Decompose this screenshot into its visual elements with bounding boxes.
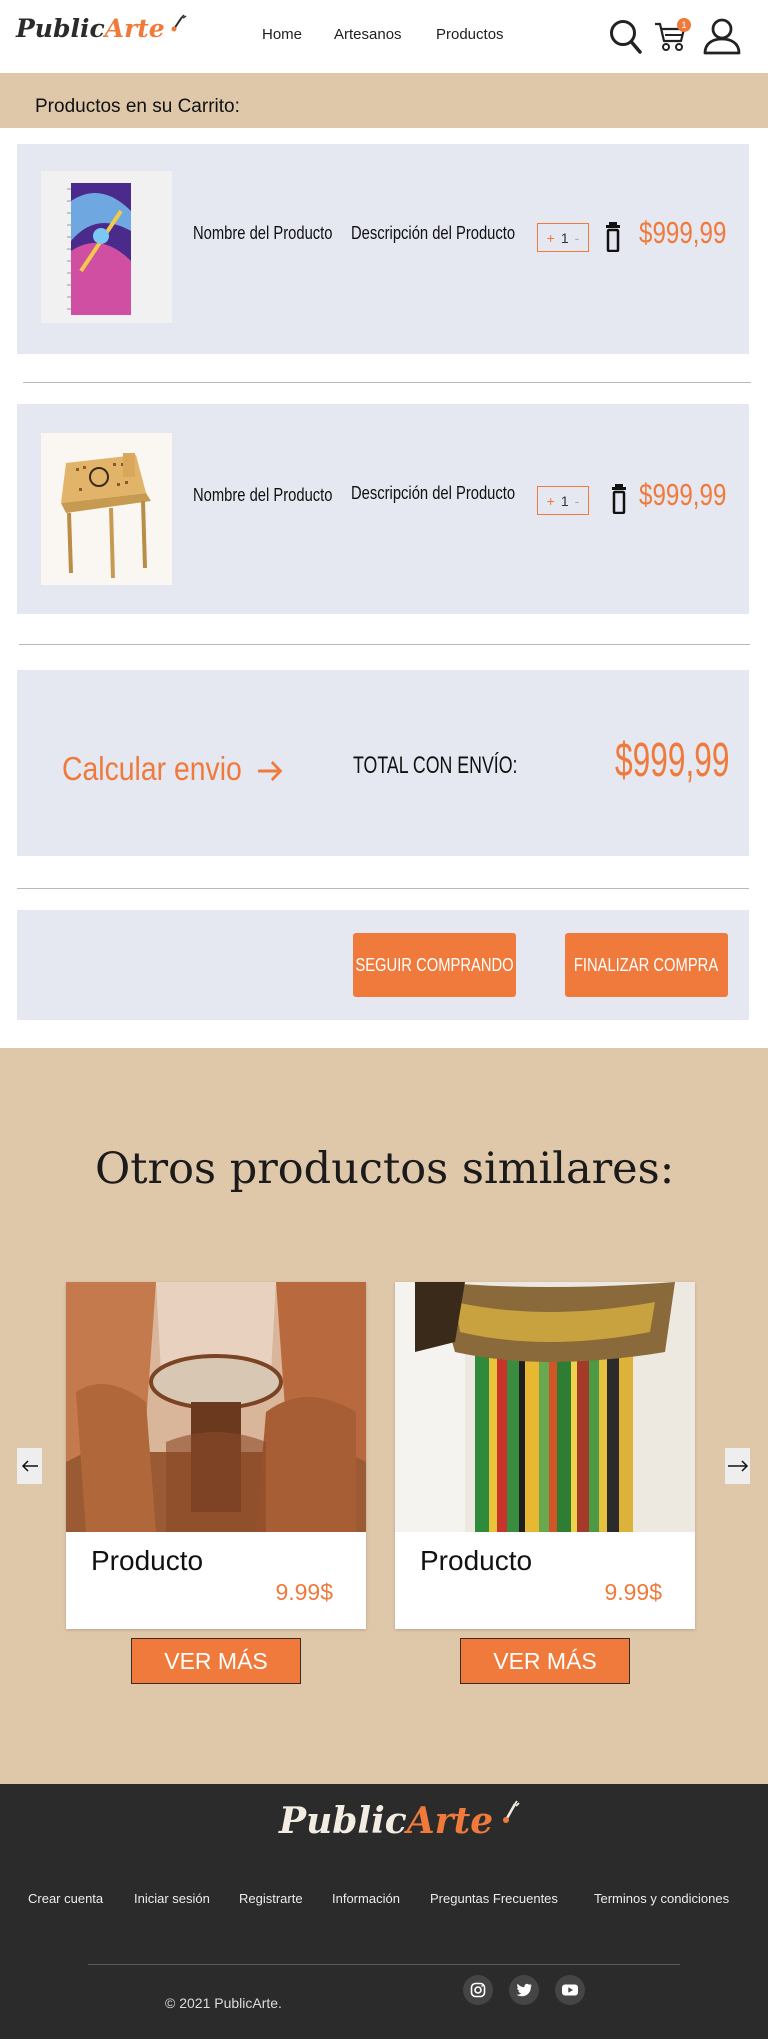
footer-logo[interactable]: PublicArte <box>279 1800 520 1842</box>
total-price: $999,99 <box>615 734 730 787</box>
product-price: $999,99 <box>639 477 727 512</box>
footer-link-registrarte[interactable]: Registrarte <box>239 1891 303 1906</box>
paintbrush-icon <box>171 14 187 32</box>
product-description: Descripción del Producto <box>351 483 516 503</box>
qty-plus-button[interactable]: + <box>547 230 555 246</box>
product-card[interactable]: Producto 9.99$ <box>395 1282 695 1629</box>
similar-products-title: Otros productos similares: <box>95 1144 675 1194</box>
footer-link-preguntas[interactable]: Preguntas Frecuentes <box>430 1891 558 1906</box>
trash-icon[interactable] <box>612 484 626 514</box>
arrow-right-icon <box>258 761 283 782</box>
footer-divider <box>88 1964 680 1965</box>
youtube-link[interactable] <box>555 1975 585 2005</box>
instagram-link[interactable] <box>463 1975 493 2005</box>
qty-value: 1 <box>560 492 569 509</box>
divider <box>23 382 751 383</box>
view-more-button[interactable]: VER MÁS <box>131 1638 301 1684</box>
youtube-icon <box>562 1984 578 1996</box>
footer-link-iniciar-sesion[interactable]: Iniciar sesión <box>134 1891 210 1906</box>
trash-icon[interactable] <box>606 222 620 252</box>
copyright: © 2021 PublicArte. <box>165 1995 282 2011</box>
divider <box>17 888 749 889</box>
footer-link-terminos[interactable]: Terminos y condiciones <box>594 1891 729 1906</box>
qty-plus-button[interactable]: + <box>547 493 555 509</box>
product-name: Nombre del Producto <box>193 223 333 243</box>
quantity-stepper[interactable]: + 1 - <box>537 486 589 515</box>
product-card-title: Producto <box>91 1545 204 1576</box>
carousel-next-button[interactable] <box>725 1448 750 1484</box>
qty-minus-button[interactable]: - <box>575 493 580 509</box>
nav-home[interactable]: Home <box>262 26 302 43</box>
paintbrush-icon <box>502 1800 520 1823</box>
divider <box>19 644 750 645</box>
view-more-button[interactable]: VER MÁS <box>460 1638 630 1684</box>
product-name: Nombre del Producto <box>193 485 333 505</box>
product-image-notebook <box>41 171 172 323</box>
product-card-price: 9.99$ <box>275 1579 333 1605</box>
site-header: PublicArte Home Artesanos Productos 1 <box>0 0 768 73</box>
product-card-price: 9.99$ <box>604 1579 662 1605</box>
footer-link-informacion[interactable]: Información <box>332 1891 400 1906</box>
continue-shopping-button[interactable]: SEGUIR COMPRANDO <box>353 933 516 997</box>
arrow-left-icon <box>21 1460 38 1472</box>
cart-title: Productos en su Carrito: <box>35 96 240 117</box>
cart-count-badge: 1 <box>677 18 691 32</box>
twitter-link[interactable] <box>509 1975 539 2005</box>
checkout-button[interactable]: FINALIZAR COMPRA <box>565 933 728 997</box>
instagram-icon <box>470 1982 486 1998</box>
product-image-textile <box>395 1282 695 1532</box>
product-card[interactable]: Producto 9.99$ <box>66 1282 366 1629</box>
user-icon[interactable] <box>702 17 742 55</box>
carousel-prev-button[interactable] <box>17 1448 42 1484</box>
total-label: TOTAL CON ENVÍO: <box>353 752 518 779</box>
calculate-shipping-link[interactable]: Calcular envio <box>62 750 284 788</box>
product-price: $999,99 <box>639 215 727 250</box>
qty-value: 1 <box>560 229 569 246</box>
logo[interactable]: PublicArte <box>16 14 187 43</box>
product-image-table <box>41 433 172 585</box>
qty-minus-button[interactable]: - <box>575 230 580 246</box>
footer-link-crear-cuenta[interactable]: Crear cuenta <box>28 1891 103 1906</box>
search-icon[interactable] <box>609 19 643 55</box>
product-card-title: Producto <box>420 1545 533 1576</box>
nav-artesanos[interactable]: Artesanos <box>334 26 402 43</box>
nav-productos[interactable]: Productos <box>436 26 504 43</box>
quantity-stepper[interactable]: + 1 - <box>537 223 589 252</box>
product-image-chairs <box>66 1282 366 1532</box>
arrow-right-icon <box>727 1460 748 1472</box>
product-description: Descripción del Producto <box>351 223 516 243</box>
twitter-icon <box>516 1983 532 1997</box>
